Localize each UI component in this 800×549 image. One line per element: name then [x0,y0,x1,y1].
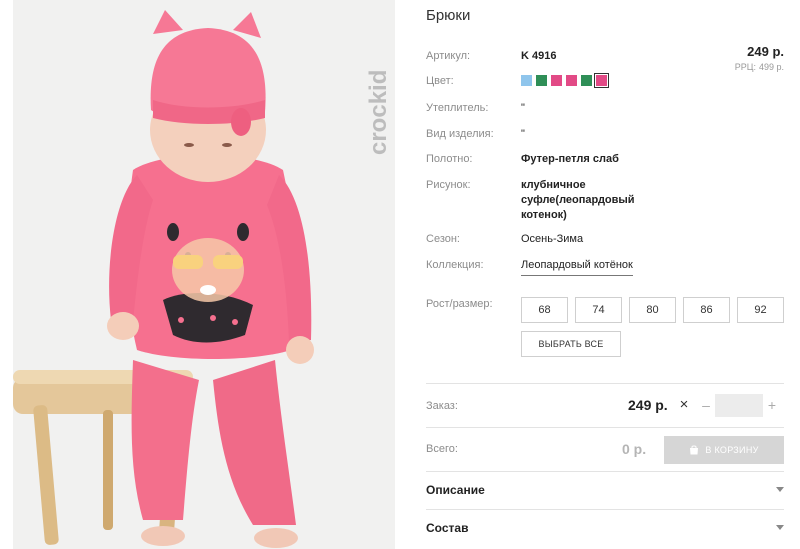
color-swatch[interactable] [536,75,547,86]
product-price: 249 р. [747,44,784,59]
rrp-label: РРЦ: [734,62,756,72]
size-option-68[interactable]: 68 [521,297,568,323]
accordion-composition[interactable]: Состав [426,519,784,539]
print-label: Рисунок: [426,179,471,191]
collection-link[interactable]: Леопардовый котёнок [521,258,633,276]
divider [426,427,784,428]
season-label: Сезон: [426,233,460,245]
size-option-86[interactable]: 86 [683,297,730,323]
accordion-composition-title: Состав [426,521,469,535]
color-swatch[interactable] [521,75,532,86]
total-label: Всего: [426,443,458,455]
accordion-description-title: Описание [426,483,485,497]
rrp-price: РРЦ: 499 р. [735,62,784,72]
divider [426,509,784,510]
insulation-value: " [521,102,525,114]
insulation-label: Утеплитель: [426,102,489,114]
product-photo: crockid [13,0,395,549]
total-value: 0 р. [622,441,647,457]
product-photo-illustration [13,0,395,549]
size-option-92[interactable]: 92 [737,297,784,323]
print-value: клубничное суфле(леопардовый котенок) [521,179,635,221]
size-option-74[interactable]: 74 [575,297,622,323]
color-label: Цвет: [426,75,454,87]
triangle-down-icon [776,487,784,492]
quantity-plus-button[interactable]: + [765,396,779,414]
color-swatches [521,73,609,88]
product-type-value: " [521,128,525,140]
triangle-down-icon [776,525,784,530]
color-swatch[interactable] [551,75,562,86]
brand-logo-text: crockid [365,70,392,155]
product-type-label: Вид изделия: [426,128,494,140]
color-swatch[interactable] [566,75,577,86]
accordion-description[interactable]: Описание [426,481,784,501]
quantity-input[interactable] [715,394,763,417]
sku-label: Артикул: [426,50,471,62]
times-icon: × [679,396,689,413]
product-info-panel: Брюки 249 р. РРЦ: 499 р. Артикул: K 4916 … [426,0,784,549]
fabric-value: Футер-петля слаб [521,153,619,165]
product-title: Брюки [426,7,471,24]
season-value: Осень-Зима [521,233,584,245]
divider [426,383,784,384]
fabric-label: Полотно: [426,153,473,165]
shopping-bag-icon [690,445,699,455]
add-to-cart-label: В КОРЗИНУ [705,445,759,455]
order-label: Заказ: [426,400,458,412]
size-option-80[interactable]: 80 [629,297,676,323]
order-price: 249 р. [628,397,668,413]
divider [426,471,784,472]
add-to-cart-button[interactable]: В КОРЗИНУ [664,436,784,464]
select-all-button[interactable]: ВЫБРАТЬ ВСЕ [521,331,621,357]
quantity-minus-button[interactable]: – [699,396,713,414]
color-swatch-selected[interactable] [594,73,609,88]
collection-label: Коллекция: [426,259,484,271]
brand-logo: crockid [356,20,395,160]
sku-value: K 4916 [521,50,557,62]
rrp-value: 499 р. [758,62,784,72]
brand-logo-wordmark: crockid [365,70,392,155]
color-swatch[interactable] [581,75,592,86]
size-options: 68 74 80 86 92 [521,297,784,323]
size-label: Рост/размер: [426,298,493,310]
